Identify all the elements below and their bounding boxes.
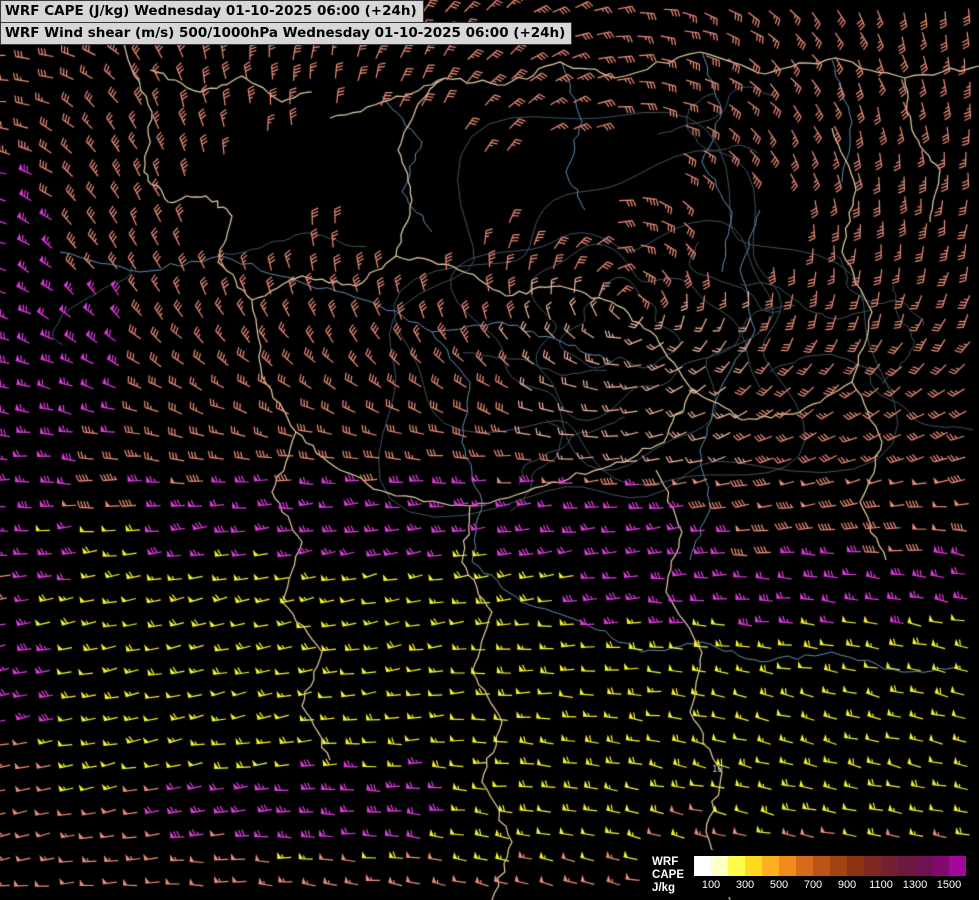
legend-tick-label: 1500 — [937, 879, 961, 891]
legend-color-cell — [779, 856, 796, 876]
legend-tick-label: 500 — [770, 879, 788, 891]
legend-color-cell — [762, 856, 779, 876]
legend-label-line2: CAPE — [652, 869, 684, 882]
legend-tick-label: 1100 — [869, 879, 893, 891]
legend-color-cell — [898, 856, 915, 876]
legend-color-cell — [694, 856, 711, 876]
legend-color-cell — [830, 856, 847, 876]
legend-tick-label: 1300 — [903, 879, 927, 891]
legend-color-cell — [711, 856, 728, 876]
legend-color-cell — [864, 856, 881, 876]
legend-tick-label: 300 — [736, 879, 754, 891]
legend-color-cell — [847, 856, 864, 876]
legend-color-cell — [796, 856, 813, 876]
legend-color-cell — [932, 856, 949, 876]
legend-tick-row: 100 300 500 700 900 1100 1300 1500 — [694, 878, 966, 894]
legend-label-line3: J/kg — [652, 882, 684, 895]
legend-color-cell — [949, 856, 966, 876]
title-wind-shear: WRF Wind shear (m/s) 500/1000hPa Wednesd… — [0, 22, 572, 45]
map-title-block: WRF CAPE (J/kg) Wednesday 01-10-2025 06:… — [0, 0, 572, 45]
legend-color-cell — [915, 856, 932, 876]
legend-tick-label: 700 — [804, 879, 822, 891]
legend-color-cell — [745, 856, 762, 876]
legend-label: WRF CAPE J/kg — [652, 856, 684, 895]
wrf-weather-map-page: WRF CAPE (J/kg) Wednesday 01-10-2025 06:… — [0, 0, 979, 900]
legend-tick-label: 100 — [702, 879, 720, 891]
title-cape: WRF CAPE (J/kg) Wednesday 01-10-2025 06:… — [0, 0, 424, 23]
cape-legend: WRF CAPE J/kg 100 300 500 700 900 1100 1300 150… — [644, 850, 974, 897]
legend-tick-label: 900 — [838, 879, 856, 891]
legend-color-cell — [728, 856, 745, 876]
legend-color-bar — [694, 856, 966, 876]
legend-label-line1: WRF — [652, 856, 684, 869]
legend-color-scale: 100 300 500 700 900 1100 1300 1500 — [694, 856, 966, 894]
weather-map-canvas — [0, 0, 979, 900]
legend-color-cell — [881, 856, 898, 876]
legend-color-cell — [813, 856, 830, 876]
